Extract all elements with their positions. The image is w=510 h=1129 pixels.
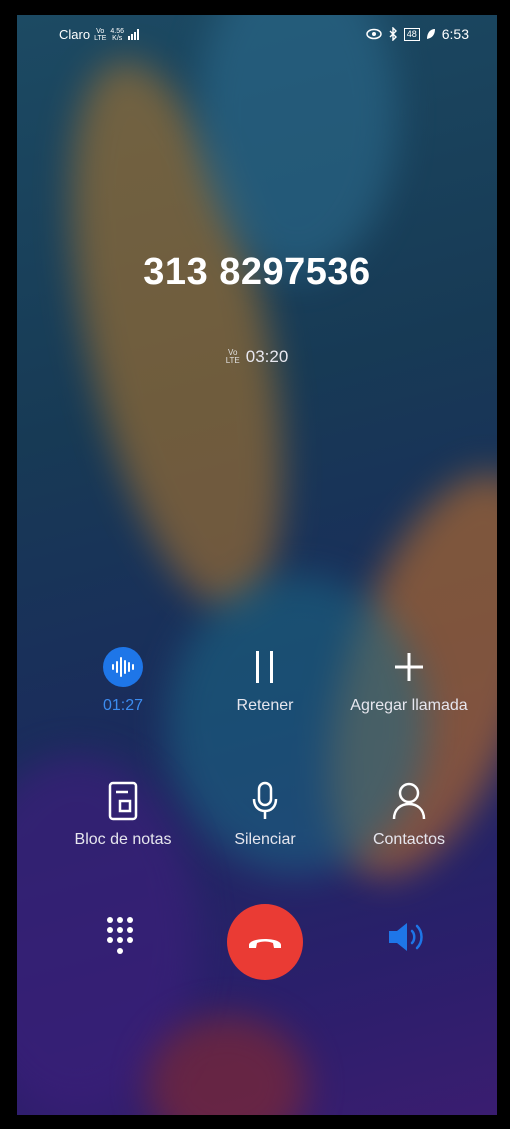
mute-label: Silenciar [234,831,296,848]
dialpad-icon[interactable] [105,915,135,965]
notes-button[interactable]: Bloc de notas [43,779,203,849]
data-speed: 4.56 K/s [110,27,125,42]
leaf-icon [426,29,435,39]
notes-icon [108,781,138,821]
speaker-icon[interactable] [387,920,431,954]
clock: 6:53 [441,26,469,42]
call-duration: 03:20 [245,347,289,366]
record-icon [103,647,143,687]
notes-label: Bloc de notas [74,831,172,848]
microphone-icon [252,781,278,819]
end-call-button[interactable] [227,904,303,980]
eye-icon [365,28,382,40]
contacts-label: Contactos [372,831,446,848]
volte-indicator: Vo LTE [225,348,240,365]
hold-label: Retener [236,697,294,714]
end-call-icon [249,939,281,948]
record-button[interactable]: 01:27 [43,645,203,715]
record-time: 01:27 [102,697,144,714]
contacts-button[interactable]: Contactos [329,779,489,849]
add-call-label: Agregar llamada [350,697,468,714]
battery-icon: 48 [403,27,420,41]
call-screen: Claro Vo LTE 4.56 K/s 48 6:53 313 8297536 … [17,15,497,1115]
signal-icon [128,29,140,40]
hold-button[interactable]: Retener [185,645,345,715]
pause-icon [256,651,273,683]
mute-button[interactable]: Silenciar [185,779,345,849]
carrier-name: Claro [59,27,91,42]
caller-number: 313 8297536 [143,251,371,293]
bluetooth-icon [389,27,397,41]
call-timer: Vo LTE 03:20 [17,347,497,367]
add-call-button[interactable]: Agregar llamada [329,645,489,715]
plus-icon [395,653,423,681]
contact-icon [392,782,426,820]
status-bar: Claro Vo LTE 4.56 K/s 48 6:53 [17,15,497,55]
volte-tag: Vo LTE [94,27,107,42]
